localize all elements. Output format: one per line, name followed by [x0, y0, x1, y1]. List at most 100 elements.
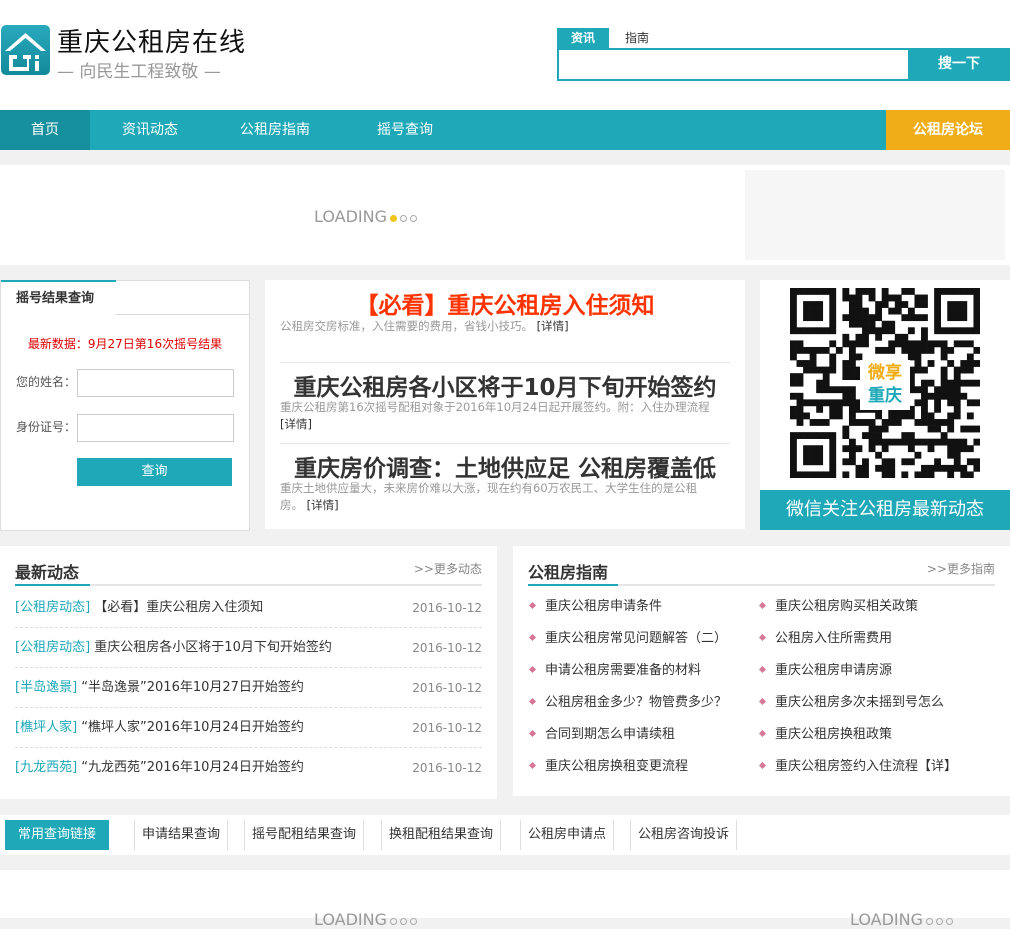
divider [280, 443, 730, 444]
banner-side-ad[interactable] [745, 170, 1005, 260]
guide-item[interactable]: 重庆公租房常见问题解答（二） [528, 623, 758, 655]
guide-item[interactable]: 重庆公租房换租政策 [758, 719, 998, 751]
name-input[interactable] [77, 369, 234, 397]
news-title[interactable]: “樵坪人家”2016年10月24日开始签约 [81, 720, 304, 735]
guide-item[interactable]: 重庆公租房申请房源 [758, 655, 998, 687]
search-tab-news[interactable]: 资讯 [557, 28, 609, 48]
detail-link[interactable]: [详情] [280, 417, 312, 431]
more-guide-link[interactable]: >>更多指南 [927, 560, 995, 577]
quick-link[interactable]: 摇号配租结果查询 [244, 820, 365, 850]
query-button[interactable]: 查询 [77, 458, 232, 486]
news-title[interactable]: “半岛逸景”2016年10月27日开始签约 [81, 680, 304, 695]
section-title: 最新动态 [15, 563, 80, 582]
guide-item-label[interactable]: 申请公租房需要准备的材料 [545, 663, 701, 678]
quick-links-bar: 常用查询链接 申请结果查询 摇号配租结果查询 换租配租结果查询 公租房申请点 公… [0, 815, 1010, 855]
tab-lottery-query[interactable]: 摇号结果查询 [1, 280, 116, 315]
guide-item[interactable]: 重庆公租房购买相关政策 [758, 591, 998, 623]
guide-item[interactable]: 重庆公租房换租变更流程 [528, 751, 758, 783]
guide-item-label[interactable]: 重庆公租房换租政策 [775, 727, 892, 742]
headline-title[interactable]: 【必看】重庆公租房入住须知 [265, 286, 745, 320]
bullet-icon [758, 697, 767, 706]
news-row[interactable]: [公租房动态] 【必看】重庆公租房入住须知 2016-10-12 [15, 588, 482, 628]
nav-guide[interactable]: 公租房指南 [225, 110, 325, 150]
news-category[interactable]: [公租房动态] [15, 640, 90, 655]
guide-panel: 公租房指南 >>更多指南 重庆公租房申请条件 重庆公租房购买相关政策重庆公租房常见… [513, 546, 1010, 796]
headline-desc-text: 公租房交房标准，入住需要的费用，省钱小技巧。 [280, 319, 533, 333]
news-category[interactable]: [半岛逸景] [15, 680, 77, 695]
nav-home[interactable]: 首页 [0, 110, 90, 150]
section-title: 公租房指南 [528, 563, 609, 582]
header: 重庆公租房在线 — 向民生工程致敬 — 资讯 指南 搜一下 [0, 0, 1010, 110]
news-row[interactable]: [九龙西苑] “九龙西苑”2016年10月24日开始签约 2016-10-12 [15, 748, 482, 788]
detail-link[interactable]: [详情] [537, 319, 569, 333]
headline-desc-text: 重庆土地供应量大，未来房价难以大涨，现在约有60万农民工、大学生住的是公租房。 [280, 481, 698, 512]
guide-item[interactable]: 合同到期怎么申请续租 [528, 719, 758, 751]
guide-item[interactable]: 重庆公租房多次未摇到号怎么 [758, 687, 998, 719]
latest-notice[interactable]: 最新数据：9月27日第16次摇号结果 [1, 335, 249, 352]
news-title[interactable]: 重庆公租房各小区将于10月下旬开始签约 [94, 640, 332, 655]
loading-text: LOADING [850, 910, 924, 929]
news-row[interactable]: [公租房动态] 重庆公租房各小区将于10月下旬开始签约 2016-10-12 [15, 628, 482, 668]
headline-news: 【必看】重庆公租房入住须知 公租房交房标准，入住需要的费用，省钱小技巧。 [详情… [265, 280, 745, 529]
headline-title[interactable]: 重庆公租房各小区将于10月下旬开始签约 [265, 368, 745, 402]
nav-lottery[interactable]: 摇号查询 [360, 110, 450, 150]
guide-item-label[interactable]: 重庆公租房换租变更流程 [545, 759, 688, 774]
loading-indicator: LOADING [850, 910, 954, 929]
guide-item[interactable]: 公租房入住所需费用 [758, 623, 998, 655]
tab-divider [115, 314, 250, 315]
bullet-icon [528, 665, 537, 674]
detail-link[interactable]: [详情] [307, 498, 339, 512]
headline-desc: 重庆土地供应量大，未来房价难以大涨，现在约有60万农民工、大学生住的是公租房。 … [280, 480, 720, 514]
loading-text: LOADING [314, 910, 388, 929]
qr-center-logo: 微享 重庆 [860, 360, 910, 410]
news-category[interactable]: [九龙西苑] [15, 760, 77, 775]
quick-link[interactable]: 换租配租结果查询 [381, 820, 502, 850]
more-news-link[interactable]: >>更多动态 [414, 560, 482, 577]
nav-forum[interactable]: 公租房论坛 [886, 110, 1010, 150]
banner-slider[interactable]: LOADING [0, 165, 1010, 265]
search-input[interactable] [557, 48, 910, 81]
search-tab-guide[interactable]: 指南 [611, 28, 663, 48]
site-title[interactable]: 重庆公租房在线 [57, 22, 246, 59]
headline-desc: 重庆公租房第16次摇号配租对象于2016年10月24日起开展签约。附：入住办理流… [280, 399, 735, 433]
guide-item[interactable]: 重庆公租房申请条件 [528, 591, 758, 623]
headline-title[interactable]: 重庆房价调查：土地供应足 公租房覆盖低 [265, 449, 745, 483]
guide-item-label[interactable]: 合同到期怎么申请续租 [545, 727, 675, 742]
guide-item-label[interactable]: 公租房租金多少？物管费多少？ [545, 695, 727, 710]
guide-item-label[interactable]: 公租房入住所需费用 [775, 631, 892, 646]
main-nav: 首页 资讯动态 公租房指南 摇号查询 公租房论坛 [0, 110, 1010, 150]
news-row[interactable]: [樵坪人家] “樵坪人家”2016年10月24日开始签约 2016-10-12 [15, 708, 482, 748]
guide-item[interactable]: 公租房租金多少？物管费多少？ [528, 687, 758, 719]
news-title[interactable]: “九龙西苑”2016年10月24日开始签约 [81, 760, 304, 775]
bullet-icon [758, 633, 767, 642]
quick-links-label: 常用查询链接 [5, 820, 109, 850]
news-date: 2016-10-12 [412, 641, 482, 655]
guide-item-label[interactable]: 重庆公租房购买相关政策 [775, 599, 918, 614]
news-category[interactable]: [公租房动态] [15, 600, 90, 615]
quick-link[interactable]: 申请结果查询 [134, 820, 229, 850]
house-logo-icon[interactable] [1, 25, 50, 75]
guide-item[interactable]: 申请公租房需要准备的材料 [528, 655, 758, 687]
divider [280, 362, 730, 363]
headline-desc: 公租房交房标准，入住需要的费用，省钱小技巧。 [详情] [280, 318, 735, 335]
guide-item-label[interactable]: 重庆公租房多次未摇到号怎么 [775, 695, 944, 710]
news-title[interactable]: 【必看】重庆公租房入住须知 [94, 600, 263, 615]
bottom-banner: LOADING LOADING [0, 870, 1010, 929]
guide-item-label[interactable]: 重庆公租房常见问题解答（二） [545, 631, 727, 646]
search-button[interactable]: 搜一下 [908, 48, 1010, 81]
news-date: 2016-10-12 [412, 721, 482, 735]
quick-link[interactable]: 公租房申请点 [520, 820, 615, 850]
quick-link[interactable]: 公租房咨询投诉 [630, 820, 738, 850]
nav-news[interactable]: 资讯动态 [105, 110, 195, 150]
guide-item[interactable]: 重庆公租房签约入住流程【详】 [758, 751, 998, 783]
news-date: 2016-10-12 [412, 601, 482, 615]
guide-item-label[interactable]: 重庆公租房申请房源 [775, 663, 892, 678]
guide-item-label[interactable]: 重庆公租房签约入住流程【详】 [775, 759, 957, 774]
guide-item-label[interactable]: 重庆公租房申请条件 [545, 599, 662, 614]
bullet-icon [528, 761, 537, 770]
id-number-input[interactable] [77, 414, 234, 442]
news-row[interactable]: [半岛逸景] “半岛逸景”2016年10月27日开始签约 2016-10-12 [15, 668, 482, 708]
loading-text: LOADING [314, 207, 388, 226]
news-category[interactable]: [樵坪人家] [15, 720, 77, 735]
loading-dots [387, 910, 418, 929]
